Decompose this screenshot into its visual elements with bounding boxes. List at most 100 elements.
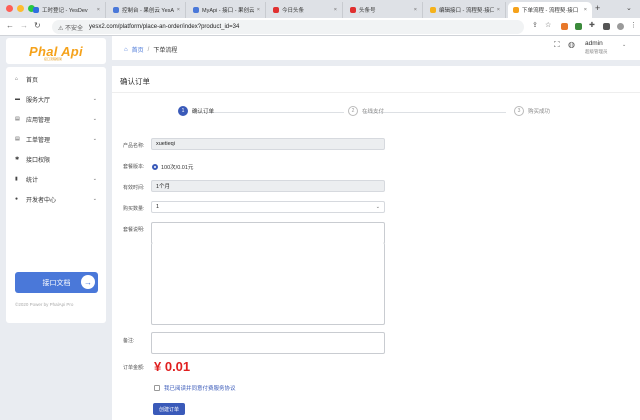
logo-subtitle: 接口流程框架 <box>44 57 63 61</box>
tab-close-icon[interactable]: × <box>581 7 587 13</box>
tab-close-icon[interactable]: × <box>411 7 417 13</box>
sidebar-item-label: 服务大厅 <box>26 97 51 104</box>
tab-title: 控制台 - 果创云 YesApi <box>122 8 174 14</box>
chevron-down-icon: ⌄ <box>92 176 97 182</box>
tab-favicon-icon <box>273 7 279 13</box>
tab-favicon-icon <box>113 7 119 13</box>
sidebar-item-2[interactable]: ▤ 应用管理 ⌄ <box>6 109 106 129</box>
quantity-select[interactable]: 1 ⌄ <box>151 201 385 213</box>
browser-tab[interactable]: 控制台 - 果创云 YesApi × <box>108 2 186 18</box>
main-panel: 确认订单 1 确认订单 2 在线支付 3 购买成功 产品名称: xuetieqi… <box>112 66 640 420</box>
sidebar-item-6[interactable]: ● 开发者中心 ⌄ <box>6 189 106 209</box>
tab-favicon-icon <box>513 7 519 13</box>
extension-icon[interactable] <box>561 23 568 30</box>
minimize-window-button[interactable] <box>17 5 24 12</box>
step-number: 3 <box>514 106 524 116</box>
stats-icon: ▮ <box>15 176 18 182</box>
browser-menu-icon[interactable]: ⋮ <box>630 21 637 29</box>
new-tab-button[interactable]: + <box>595 3 600 13</box>
logo[interactable]: Phal Api 接口流程框架 <box>6 38 106 64</box>
sidebar-item-5[interactable]: ▮ 统计 ⌄ <box>6 169 106 189</box>
globe-icon[interactable]: ◍ <box>568 40 575 49</box>
description-textarea-top[interactable] <box>151 222 385 244</box>
plan-radio-option[interactable]: 100次/0.01元 <box>152 163 193 171</box>
tab-search-button[interactable]: ⌄ <box>626 4 632 12</box>
description-textarea[interactable] <box>151 243 385 325</box>
tab-close-icon[interactable]: × <box>331 7 337 13</box>
browser-tab[interactable]: 工时登记 - YesDev × <box>28 2 106 18</box>
extensions-puzzle-icon[interactable]: ✚ <box>589 21 596 29</box>
tab-close-icon[interactable]: × <box>254 7 260 13</box>
agreement-link[interactable]: 我已阅读并同意付费服务协议 <box>164 384 236 392</box>
period-field: 1个月 <box>151 180 385 192</box>
breadcrumb-home-link[interactable]: 首页 <box>132 45 144 54</box>
sidebar-item-4[interactable]: ✱ 接口权限 <box>6 149 106 169</box>
step-connector <box>192 112 344 113</box>
share-icon[interactable]: ⇪ <box>532 21 539 29</box>
profile-avatar-icon[interactable] <box>617 23 624 30</box>
browser-chrome: 工时登记 - YesDev × 控制台 - 果创云 YesApi × MyApi - 接… <box>0 0 640 36</box>
tab-title: 编辑接口 - 流程契·接口 <box>439 8 494 14</box>
home-icon: ⌂ <box>15 76 19 82</box>
sidebar-item-label: 工单管理 <box>26 137 51 144</box>
tab-favicon-icon <box>350 7 356 13</box>
powered-by-text: ©2020 Power by PhalApi Pro <box>15 302 74 307</box>
create-order-button[interactable]: 创建订单 <box>153 403 185 415</box>
reload-button[interactable]: ↻ <box>34 21 41 30</box>
user-name[interactable]: admin <box>585 40 603 47</box>
extension-icon[interactable] <box>575 23 582 30</box>
chevron-down-icon: ⌄ <box>92 116 97 122</box>
back-button[interactable]: ← <box>6 21 14 30</box>
step-connector <box>364 112 506 113</box>
close-window-button[interactable] <box>6 5 13 12</box>
product-name-label: 产品名称: <box>123 143 145 149</box>
chevron-down-icon[interactable]: ⌄ <box>622 42 626 48</box>
browser-tab[interactable]: MyApi - 接口 - 果创云 × <box>188 2 266 18</box>
sidebar-item-label: 应用管理 <box>26 117 51 124</box>
home-icon: ⌂ <box>124 46 128 53</box>
chevron-down-icon: ⌄ <box>92 136 97 142</box>
remark-label: 备注: <box>123 338 135 344</box>
arrow-right-icon: → <box>81 275 95 289</box>
tab-favicon-icon <box>33 7 39 13</box>
bookmark-star-icon[interactable]: ☆ <box>545 21 552 29</box>
radio-selected-icon[interactable] <box>152 164 158 170</box>
sidebar: Phal Api 接口流程框架 ⌂ 首页 ▬ 服务大厅 ⌄ ▤ 应用管理 ⌄ ▤ 工单管理 ⌄ ✱ 接口… <box>6 36 106 420</box>
plan-label: 套餐版本: <box>123 164 145 170</box>
browser-tab[interactable]: 下单流程 - 流程契·接口 × <box>508 2 592 18</box>
step-label: 在线支付 <box>362 109 385 115</box>
url-text: yesx2.com/platform/place-an-order/index?… <box>89 24 240 30</box>
page-title: 确认订单 <box>120 77 150 86</box>
sidebar-toggle-icon[interactable] <box>603 23 610 30</box>
url-field[interactable]: ⚠ 不安全 yesx2.com/platform/place-an-order/… <box>52 20 524 34</box>
tab-close-icon[interactable]: × <box>94 7 100 13</box>
tab-title: 工时登记 - YesDev <box>42 8 88 14</box>
security-warning[interactable]: ⚠ 不安全 <box>58 23 83 32</box>
tab-title: 下单流程 - 流程契·接口 <box>522 8 579 14</box>
sidebar-item-0[interactable]: ⌂ 首页 <box>6 69 106 89</box>
agreement-checkbox-row[interactable]: 我已阅读并同意付费服务协议 <box>154 384 236 392</box>
user-role: 超级管理员 <box>585 49 608 54</box>
developer-icon: ● <box>15 196 19 202</box>
breadcrumb-separator: / <box>147 46 150 53</box>
browser-tab[interactable]: 今日头条 × <box>268 2 343 18</box>
browser-tab[interactable]: 编辑接口 - 流程契·接口 × <box>425 2 506 18</box>
permission-icon: ✱ <box>15 156 20 162</box>
browser-tab[interactable]: 头条号 × <box>345 2 423 18</box>
sidebar-item-1[interactable]: ▬ 服务大厅 ⌄ <box>6 89 106 109</box>
agreement-checkbox[interactable] <box>154 385 160 391</box>
step-number: 2 <box>348 106 358 116</box>
tab-title: 今日头条 <box>282 8 305 14</box>
top-header: ⌂ 首页 / 下单流程 ⛶ ◍ admin 超级管理员 ⌄ <box>112 36 640 60</box>
step-label: 确认订单 <box>192 109 215 115</box>
tab-close-icon[interactable]: × <box>494 7 500 13</box>
sidebar-item-3[interactable]: ▤ 工单管理 ⌄ <box>6 129 106 149</box>
step-confirm-order: 1 确认订单 <box>178 106 214 116</box>
forward-button[interactable]: → <box>20 21 28 30</box>
order-steps: 1 确认订单 2 在线支付 3 购买成功 <box>112 106 640 120</box>
remark-textarea[interactable] <box>151 332 385 354</box>
tab-close-icon[interactable]: × <box>174 7 180 13</box>
fullscreen-icon[interactable]: ⛶ <box>554 40 560 50</box>
api-docs-button[interactable]: 接口文档 → <box>15 272 98 293</box>
breadcrumb-current: 下单流程 <box>153 48 178 54</box>
